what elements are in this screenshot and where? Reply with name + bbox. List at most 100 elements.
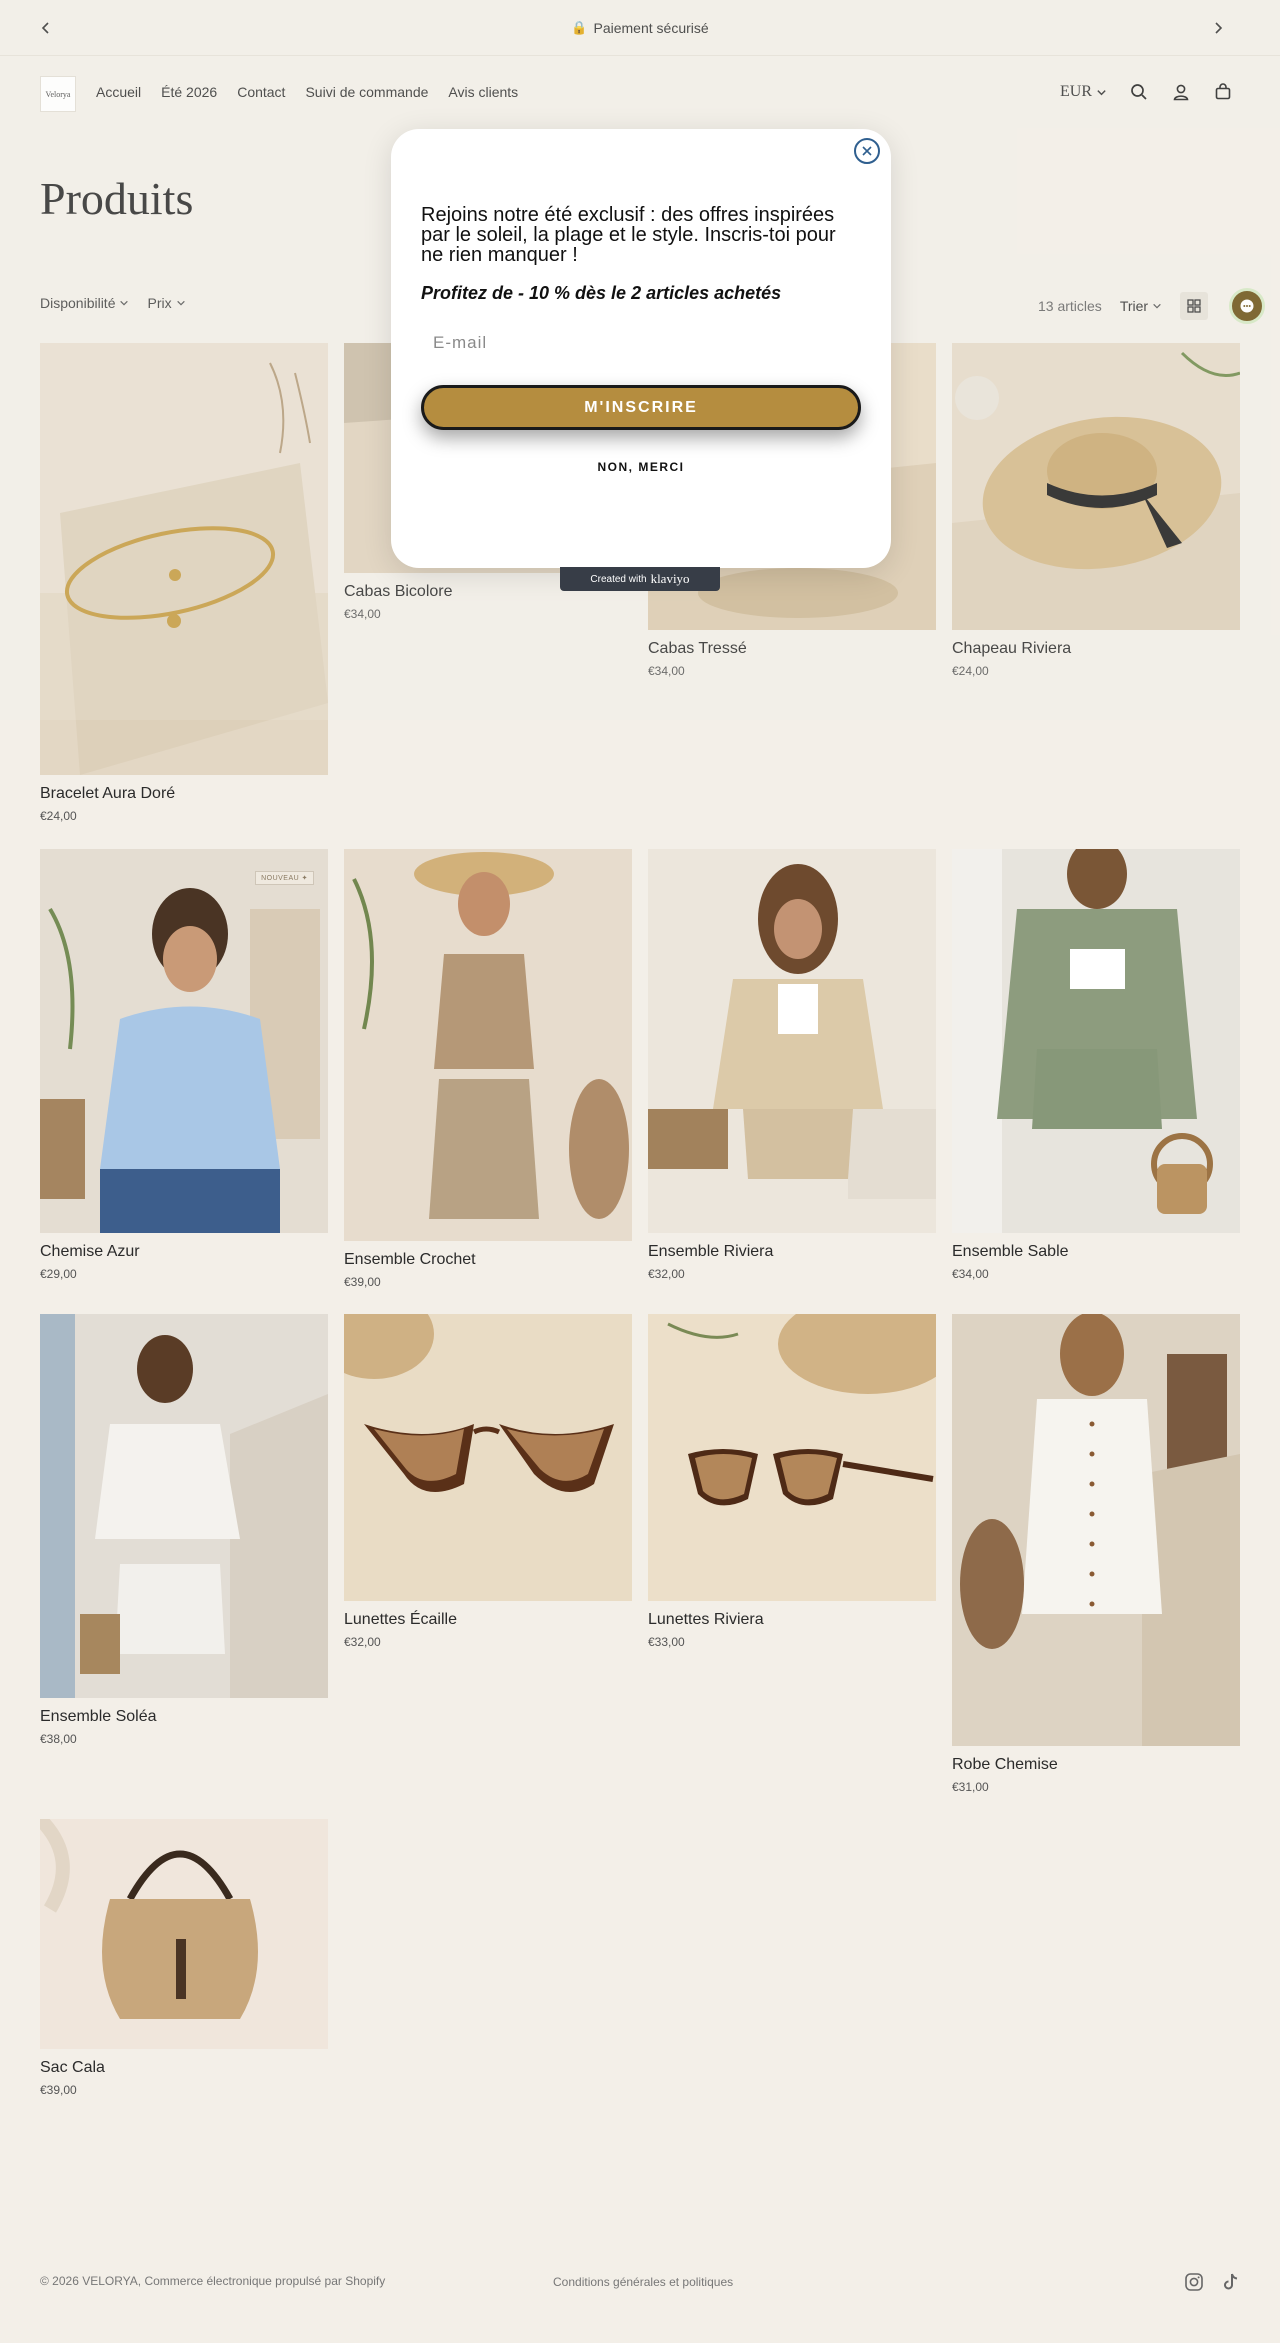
product-price: €38,00	[40, 1732, 77, 1746]
chevron-down-icon	[120, 300, 129, 306]
tiktok-icon[interactable]	[1222, 2272, 1240, 2292]
nav-item-ete-2026[interactable]: Été 2026	[161, 84, 217, 100]
product-image[interactable]	[344, 849, 632, 1241]
product-price: €39,00	[40, 2083, 77, 2097]
instagram-icon[interactable]	[1184, 2272, 1204, 2292]
product-name[interactable]: Ensemble Soléa	[40, 1708, 328, 1726]
product-price: €24,00	[40, 809, 77, 823]
site-header: Velorya Accueil Été 2026 Contact Suivi d…	[0, 56, 1280, 136]
nav-item-suivi-commande[interactable]: Suivi de commande	[305, 84, 428, 100]
product-image[interactable]	[952, 849, 1240, 1233]
product-name[interactable]: Bracelet Aura Doré	[40, 785, 328, 803]
credit-prefix: Created with	[590, 573, 647, 585]
product-card[interactable]: Ensemble Crochet €39,00	[344, 849, 632, 1289]
product-name[interactable]: Robe Chemise	[952, 1756, 1240, 1774]
nav-item-accueil[interactable]: Accueil	[96, 84, 141, 100]
product-image[interactable]	[952, 343, 1240, 630]
subscribe-button[interactable]: M'INSCRIRE	[421, 385, 861, 430]
klaviyo-credit[interactable]: Created with klaviyo	[560, 567, 720, 591]
chevron-down-icon	[1153, 303, 1161, 309]
close-button[interactable]	[854, 138, 880, 164]
product-image[interactable]	[648, 849, 936, 1233]
product-image[interactable]: NOUVEAU ✦	[40, 849, 328, 1233]
product-price: €32,00	[344, 1635, 381, 1649]
sort-bar: 13 articles Trier	[1038, 292, 1209, 320]
product-price: €34,00	[952, 1267, 989, 1281]
grid-view-button[interactable]	[1180, 292, 1209, 320]
product-name[interactable]: Ensemble Riviera	[648, 1243, 936, 1261]
account-icon[interactable]	[1171, 82, 1191, 102]
chat-button[interactable]	[1229, 288, 1265, 324]
filter-bar: Disponibilité Prix	[40, 295, 186, 311]
product-image[interactable]	[40, 343, 328, 775]
chat-icon	[1240, 299, 1254, 313]
chevron-right-icon[interactable]	[1208, 18, 1228, 38]
product-card[interactable]: Ensemble Sable €34,00	[952, 849, 1240, 1281]
filter-price[interactable]: Prix	[147, 295, 185, 311]
product-name[interactable]: Sac Cala	[40, 2059, 328, 2077]
product-name[interactable]: Ensemble Crochet	[344, 1251, 632, 1269]
footer-copyright: © 2026 VELORYA, Commerce électronique pr…	[40, 2274, 386, 2288]
sort-dropdown[interactable]: Trier	[1120, 298, 1162, 314]
klaviyo-logo: klaviyo	[650, 571, 690, 586]
product-card[interactable]: NOUVEAU ✦ Chemise Azur €29,00	[40, 849, 328, 1281]
decline-button[interactable]: NON, MERCI	[421, 460, 861, 474]
product-card[interactable]: Sac Cala €39,00	[40, 1819, 328, 2097]
grid-icon	[1187, 299, 1201, 313]
announcement-bar: 🔒 Paiement sécurisé	[0, 0, 1280, 56]
product-image[interactable]	[344, 1314, 632, 1601]
footer-policies-link[interactable]: Conditions générales et politiques	[553, 2275, 733, 2289]
logo-text: Velorya	[45, 89, 71, 99]
product-card[interactable]: Robe Chemise €31,00	[952, 1314, 1240, 1794]
nav-item-contact[interactable]: Contact	[237, 84, 285, 100]
social-links	[1184, 2272, 1240, 2292]
product-count: 13 articles	[1038, 298, 1102, 314]
sort-label: Trier	[1119, 298, 1149, 314]
chevron-left-icon[interactable]	[36, 18, 56, 38]
product-name[interactable]: Lunettes Riviera	[648, 1611, 936, 1629]
main-nav: Accueil Été 2026 Contact Suivi de comman…	[96, 84, 518, 100]
product-image[interactable]	[40, 1819, 328, 2049]
currency-selector[interactable]: EUR	[1060, 83, 1107, 101]
cart-icon[interactable]	[1213, 82, 1233, 102]
product-name[interactable]: Chemise Azur	[40, 1243, 328, 1261]
product-name[interactable]: Chapeau Riviera	[952, 640, 1240, 658]
close-icon	[862, 146, 872, 156]
product-price: €34,00	[648, 664, 685, 678]
product-price: €31,00	[952, 1780, 989, 1794]
product-image[interactable]	[40, 1314, 328, 1698]
product-card[interactable]: Ensemble Soléa €38,00	[40, 1314, 328, 1746]
product-name[interactable]: Ensemble Sable	[952, 1243, 1240, 1261]
newsletter-popup: Rejoins notre été exclusif : des offres …	[391, 129, 891, 568]
product-card[interactable]: Lunettes Écaille €32,00	[344, 1314, 632, 1649]
product-price: €39,00	[344, 1275, 381, 1289]
product-image[interactable]	[952, 1314, 1240, 1746]
product-name[interactable]: Cabas Tressé	[648, 640, 936, 658]
product-card[interactable]: Ensemble Riviera €32,00	[648, 849, 936, 1281]
logo[interactable]: Velorya	[40, 76, 76, 112]
product-price: €34,00	[344, 607, 381, 621]
nav-item-avis-clients[interactable]: Avis clients	[448, 84, 518, 100]
product-card[interactable]: Chapeau Riviera €24,00	[952, 343, 1240, 678]
filter-price-label: Prix	[147, 295, 172, 311]
chevron-down-icon	[176, 300, 185, 306]
product-price: €32,00	[648, 1267, 685, 1281]
product-image[interactable]	[648, 1314, 936, 1601]
popup-offer: Profitez de - 10 % dès le 2 articles ach…	[421, 283, 782, 303]
product-price: €24,00	[952, 664, 989, 678]
filter-availability-label: Disponibilité	[40, 295, 116, 311]
page-title: Produits	[40, 173, 194, 224]
search-icon[interactable]	[1129, 82, 1149, 102]
currency-label: EUR	[1060, 83, 1092, 100]
announcement-text: Paiement sécurisé	[593, 19, 709, 36]
filter-availability[interactable]: Disponibilité	[40, 295, 129, 311]
email-field[interactable]	[421, 325, 861, 361]
lock-icon: 🔒	[571, 19, 588, 35]
popup-heading: Rejoins notre été exclusif : des offres …	[421, 204, 836, 266]
chevron-down-icon	[1097, 89, 1106, 95]
product-card[interactable]: Bracelet Aura Doré €24,00	[40, 343, 328, 823]
header-actions: EUR	[1060, 82, 1233, 102]
product-card[interactable]: Lunettes Riviera €33,00	[648, 1314, 936, 1649]
new-badge: NOUVEAU ✦	[255, 871, 314, 885]
product-name[interactable]: Lunettes Écaille	[344, 1611, 632, 1629]
